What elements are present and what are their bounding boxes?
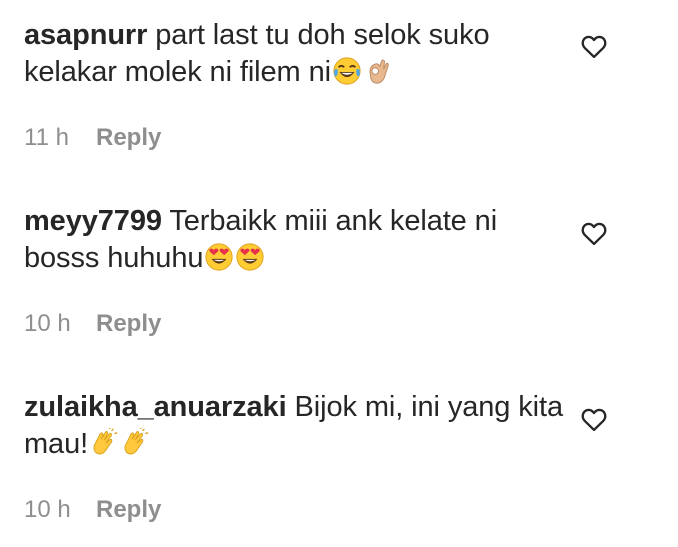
reply-button[interactable]: Reply: [96, 496, 161, 523]
clapping-hands-emoji-icon: [120, 428, 150, 458]
comment-username[interactable]: meyy7799: [24, 205, 162, 237]
comment-timestamp: 10 h: [24, 310, 71, 337]
like-heart-icon[interactable]: [579, 33, 609, 61]
heart-eyes-emoji-icon: [204, 242, 234, 272]
comment-timestamp: 11 h: [24, 124, 69, 151]
like-heart-icon[interactable]: [579, 406, 609, 434]
comment-meta: 10 h Reply: [24, 496, 161, 524]
reply-button[interactable]: Reply: [96, 310, 161, 337]
joy-emoji-icon: [332, 56, 362, 86]
comment-username[interactable]: zulaikha_anuarzaki: [24, 391, 287, 423]
comment-meta: 11 h Reply: [24, 124, 161, 152]
comment-username[interactable]: asapnurr: [24, 19, 147, 51]
comment-body: asapnurr part last tu doh selok suko kel…: [24, 17, 564, 91]
comment-body: zulaikha_anuarzaki Bijok mi, ini yang ki…: [24, 389, 564, 463]
reply-button[interactable]: Reply: [96, 124, 161, 151]
clapping-hands-emoji-icon: [89, 428, 119, 458]
comment-timestamp: 10 h: [24, 496, 71, 523]
heart-eyes-emoji-icon: [235, 242, 265, 272]
ok-hand-emoji-icon: [363, 56, 393, 86]
like-heart-icon[interactable]: [579, 220, 609, 248]
comment-body: meyy7799 Terbaikk miii ank kelate ni bos…: [24, 203, 564, 277]
comment-meta: 10 h Reply: [24, 310, 161, 338]
